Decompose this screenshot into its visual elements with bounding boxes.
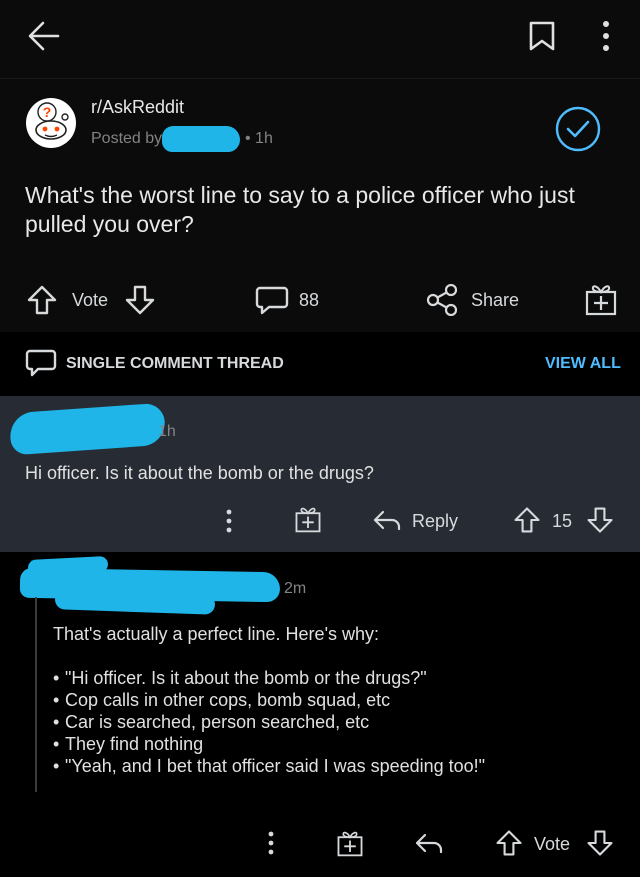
subreddit-avatar[interactable]: ? [25,97,77,149]
save-button[interactable] [527,20,557,52]
svg-text:?: ? [43,104,52,120]
downvote-arrow-icon [587,830,613,856]
post-vote-label: Vote [72,290,109,310]
comment-bullet-list: "Hi officer. Is it about the bomb or the… [53,667,623,777]
comment-downvote-button[interactable] [585,505,615,535]
subreddit-name[interactable]: r/AskReddit [91,97,184,118]
more-options-button[interactable] [596,18,616,54]
comment-upvote-button[interactable] [512,505,542,535]
list-item: Car is searched, person searched, etc [53,711,623,733]
post-award-button[interactable] [584,281,618,317]
comment-bubble-icon [25,349,57,377]
gift-icon [585,285,617,316]
kebab-icon [268,831,274,855]
thread-comment-icon-wrap [25,348,57,378]
join-button[interactable] [554,105,602,153]
reply-vote-label: Vote [534,834,571,854]
askreddit-logo-icon: ? [26,98,76,148]
downvote-arrow-icon [125,285,155,315]
post-share-button[interactable] [425,284,459,316]
comment-bubble-icon [255,286,289,315]
post-upvote-button[interactable] [25,284,59,316]
kebab-icon [226,509,232,533]
single-comment-thread-bar: SINGLE COMMENT THREAD VIEW ALL [0,332,640,396]
comment-reply-button[interactable] [372,508,402,532]
comment-intro: That's actually a perfect line. Here's w… [53,624,380,644]
thread-label: SINGLE COMMENT THREAD [66,355,284,372]
post-title[interactable]: What's the worst line to say to a police… [25,181,605,239]
gift-icon [295,507,321,533]
comment-reply: 2m That's actually a perfect line. Here'… [0,552,640,877]
reply-downvote-button[interactable] [585,828,615,858]
list-item: They find nothing [53,733,623,755]
list-item: Cop calls in other cops, bomb squad, etc [53,689,623,711]
top-bar [0,0,640,78]
comment-age: 2m [284,580,307,597]
thread-indent-line[interactable] [35,597,37,792]
downvote-arrow-icon [587,507,613,533]
list-item: "Hi officer. Is it about the bomb or the… [53,667,623,689]
upvote-arrow-icon [496,830,522,856]
comment-reply-label[interactable]: Reply [412,511,458,532]
post-card: ? r/AskReddit Posted by • 1h What's the … [0,78,640,332]
redacted-username [162,126,240,152]
post-comment-count: 88 [299,290,320,310]
post-downvote-button[interactable] [123,284,157,316]
comment-highlighted: 1h Hi officer. Is it about the bomb or t… [0,396,640,552]
comment-score: 15 [552,511,573,531]
list-item: "Yeah, and I bet that officer said I was… [53,755,623,777]
reply-more-button[interactable] [262,830,280,856]
redacted-username [8,402,167,456]
share-icon [426,284,458,316]
post-share-label: Share [471,290,520,310]
comment-body: Hi officer. Is it about the bomb or the … [25,463,374,483]
comment-more-button[interactable] [220,508,238,534]
checkmark-circle-icon [555,106,601,152]
post-comments-button[interactable] [255,284,289,316]
posted-by-label: Posted by [91,130,163,147]
redacted-username-2 [54,589,216,615]
comment-age: 1h [158,423,176,440]
reply-reply-button[interactable] [414,831,444,855]
view-all-link[interactable]: VIEW ALL [545,355,621,373]
upvote-arrow-icon [514,507,540,533]
arrow-left-icon [28,21,60,51]
reply-upvote-button[interactable] [494,828,524,858]
reply-arrow-icon [415,833,443,854]
back-button[interactable] [26,18,62,54]
post-age: • 1h [245,130,273,147]
reply-arrow-icon [373,510,401,531]
gift-icon [337,831,363,857]
upvote-arrow-icon [27,285,57,315]
comment-award-button[interactable] [294,504,322,534]
reply-award-button[interactable] [336,828,364,858]
bookmark-icon [529,21,555,51]
kebab-icon [603,21,609,51]
